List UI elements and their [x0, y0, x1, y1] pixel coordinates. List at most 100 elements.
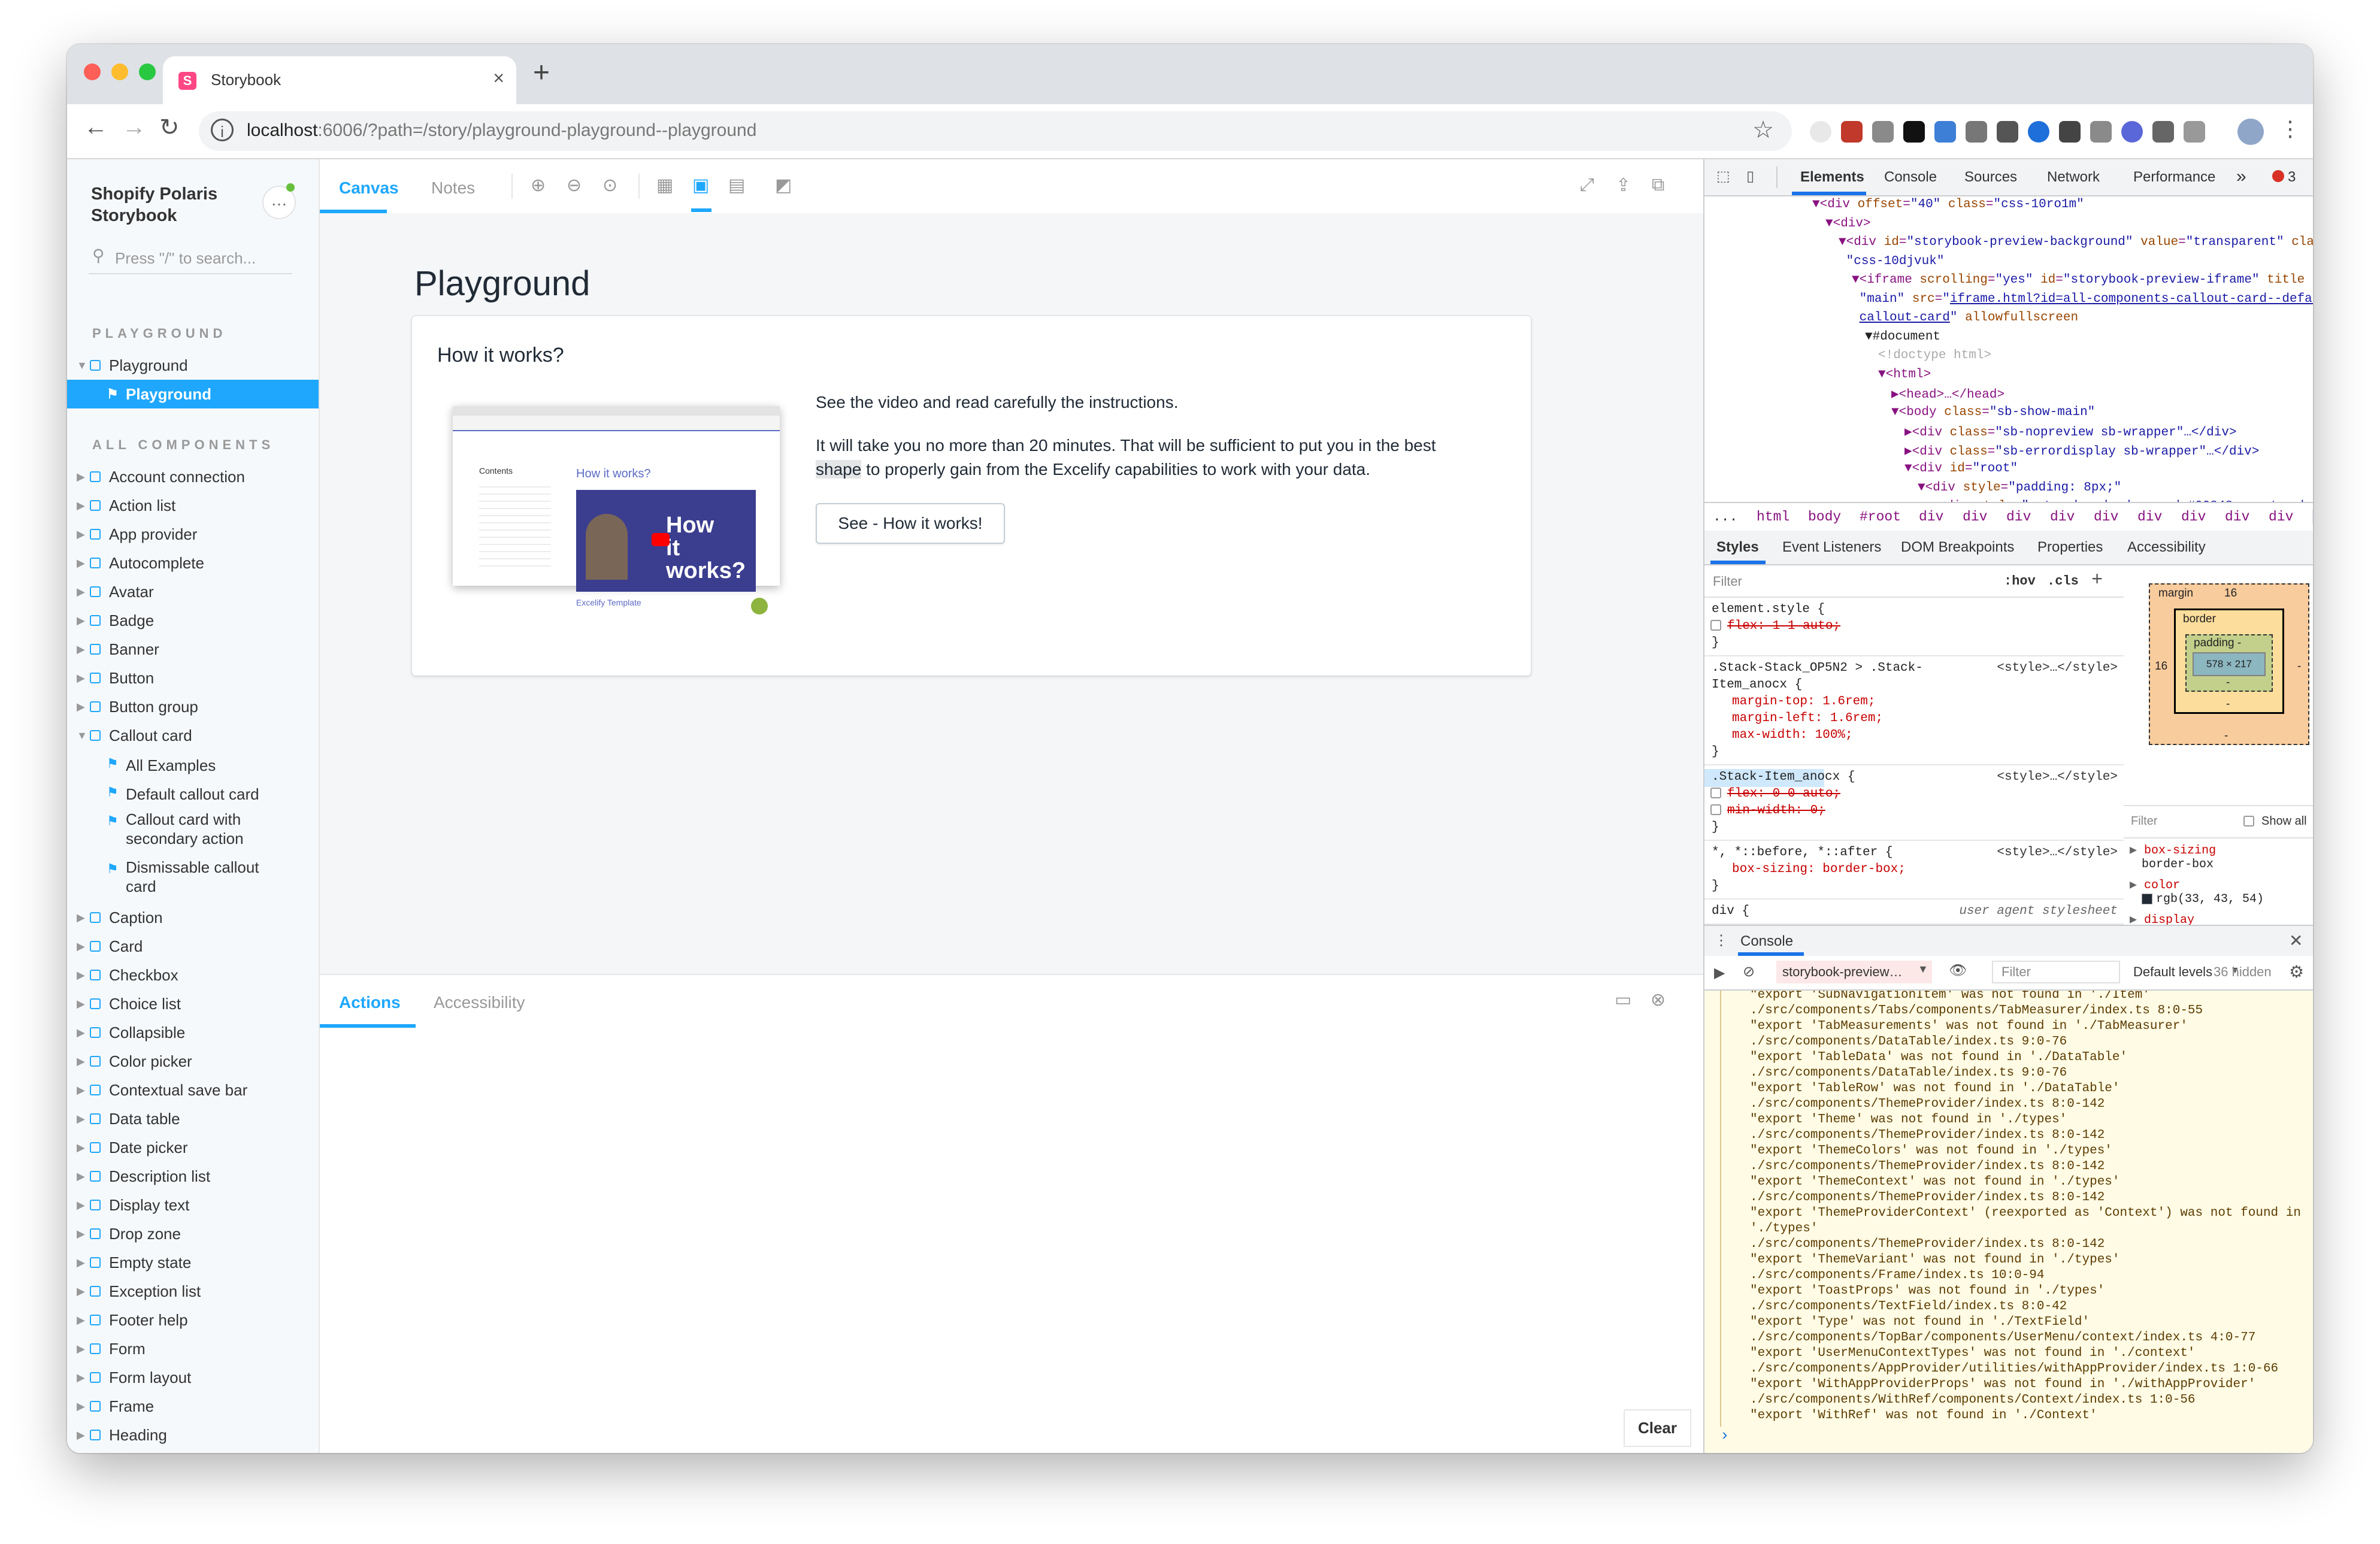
back-arrow-icon[interactable]: ←	[84, 114, 108, 141]
css-source-link[interactable]: <style>…</style>	[1997, 661, 2118, 675]
storybook-brand[interactable]: Shopify Polaris Storybook	[91, 183, 217, 226]
drawer-menu-icon[interactable]: ⋮	[1714, 932, 1728, 949]
css-property[interactable]: min-width: 0;	[1710, 804, 1825, 818]
sidebar-item-component[interactable]: ▶ Drop zone	[67, 1219, 319, 1248]
new-tab-button[interactable]: +	[533, 56, 550, 89]
extension-icon[interactable]	[1841, 121, 1863, 143]
sidebar-item-component[interactable]: ▶ Banner	[67, 635, 319, 664]
dom-node-line[interactable]: ▶<div class="sb-errordisplay sb-wrapper"…	[1904, 443, 2259, 459]
css-selector[interactable]: .Stack-Item_anocx {	[1712, 770, 1855, 784]
grid-icon[interactable]: ▦	[656, 175, 673, 196]
hov-toggle[interactable]: :hov	[2004, 574, 2036, 589]
dom-node-line[interactable]: ▶<div class="sb-nopreview sb-wrapper"…</…	[1904, 424, 2237, 440]
sidebar-search-input[interactable]: ⚲ Press "/" to search...	[89, 243, 292, 274]
sidebar-item-component[interactable]: ▶ Badge	[67, 606, 319, 635]
sidebar-item-component[interactable]: ▶ Choice list	[67, 989, 319, 1018]
breadcrumb-item[interactable]: div	[2269, 509, 2293, 525]
sidebar-item-component[interactable]: ▶ App provider	[67, 520, 319, 549]
extension-icon[interactable]	[1903, 121, 1925, 143]
css-source-link[interactable]: <style>…</style>	[1997, 770, 2118, 784]
dom-node-line[interactable]: "css-10djvuk"	[1839, 255, 1945, 268]
extension-icon[interactable]	[2121, 121, 2143, 143]
drawer-title[interactable]: Console	[1740, 933, 1793, 950]
dom-node-line[interactable]: ▼<div style="padding: 8px;"	[1918, 481, 2121, 495]
video-thumbnail[interactable]: Contents How it works? How it works? Exce…	[453, 406, 780, 614]
css-property[interactable]: margin-left: 1.6rem;	[1732, 712, 1883, 725]
zoom-reset-icon[interactable]: ⊙	[602, 175, 617, 196]
css-property[interactable]: margin-top: 1.6rem;	[1732, 695, 1875, 709]
css-property[interactable]: max-width: 100%;	[1732, 728, 1853, 742]
browser-menu-icon[interactable]: ⋮	[2279, 116, 2301, 141]
sidebar-item-component[interactable]: ▶ Description list	[67, 1162, 319, 1191]
dom-node-line[interactable]: <!doctype html>	[1878, 349, 1991, 362]
breadcrumb-item[interactable]: div	[1919, 509, 1943, 525]
tab-dom-breakpoints[interactable]: DOM Breakpoints	[1901, 539, 2014, 556]
property-checkbox[interactable]	[1710, 788, 1721, 799]
css-source-link[interactable]: <style>…</style>	[1997, 846, 2118, 859]
sidebar-story[interactable]: ⚑ Callout card with secondary action	[67, 807, 319, 855]
sidebar-story[interactable]: ⚑ Dismissable callout card	[67, 855, 319, 903]
maximize-window-button[interactable]	[139, 63, 156, 80]
json-extension-icon[interactable]	[1997, 121, 2018, 143]
panel-position-icon[interactable]: ▭	[1615, 989, 1631, 1010]
sidebar-item-component[interactable]: ▶ Card	[67, 932, 319, 961]
console-prompt-icon[interactable]: ›	[1720, 1427, 1730, 1445]
tab-sources[interactable]: Sources	[1964, 169, 2017, 186]
copy-link-icon[interactable]: ⧉	[1652, 175, 1664, 195]
tab-network[interactable]: Network	[2047, 169, 2100, 186]
breadcrumb-item[interactable]: html	[1757, 509, 1789, 525]
sidebar-toggle-icon[interactable]: ▶	[1714, 964, 1725, 982]
css-selector[interactable]: Item_anocx {	[1712, 678, 1802, 692]
tab-accessibility[interactable]: Accessibility	[2127, 539, 2206, 556]
dom-node-line[interactable]: callout-card" allowfullscreen	[1852, 311, 2078, 325]
elements-dom-tree[interactable]: ▼<div offset="40" class="css-10ro1m" ▼<di…	[1704, 196, 2313, 502]
sidebar-item-component[interactable]: ▶ Contextual save bar	[67, 1076, 319, 1104]
console-settings-gear-icon[interactable]: ⚙	[2289, 962, 2304, 982]
extensions-puzzle-icon[interactable]	[2184, 121, 2205, 143]
sidebar-item-component[interactable]: ▶ Footer help	[67, 1306, 319, 1334]
tab-performance[interactable]: Performance	[2133, 169, 2215, 186]
clear-button[interactable]: Clear	[1623, 1409, 1691, 1447]
sidebar-item-component[interactable]: ▶ Form	[67, 1334, 319, 1363]
css-source-link[interactable]: user agent stylesheet	[1959, 904, 2118, 918]
tab-notes[interactable]: Notes	[431, 178, 475, 198]
close-panel-icon[interactable]: ⊗	[1651, 989, 1666, 1010]
sidebar-item-component[interactable]: ▶ Form layout	[67, 1363, 319, 1392]
device-toolbar-icon[interactable]: ▯	[1746, 168, 1754, 185]
site-info-icon[interactable]: i	[211, 119, 234, 141]
new-rule-icon[interactable]: +	[2091, 569, 2103, 591]
css-property[interactable]: flex: 1 1 auto;	[1710, 619, 1840, 633]
breadcrumb-item[interactable]: div	[2094, 509, 2118, 525]
sidebar-item-component[interactable]: ▶ Action list	[67, 491, 319, 520]
extension-icon[interactable]	[2152, 121, 2174, 143]
extension-icon[interactable]	[2059, 121, 2081, 143]
sidebar-story[interactable]: ⚑ All Examples	[67, 750, 319, 779]
close-drawer-icon[interactable]: ✕	[2289, 931, 2303, 950]
dom-node-line[interactable]: ▶<head>…</head>	[1891, 386, 2004, 402]
more-tabs-icon[interactable]: »	[2236, 166, 2246, 187]
inspect-element-icon[interactable]: ⬚	[1716, 168, 1730, 185]
breadcrumb-item[interactable]: div.Stack-Item_anocx	[2312, 509, 2313, 525]
property-checkbox[interactable]	[1710, 620, 1721, 631]
see-how-it-works-button[interactable]: See - How it works!	[816, 503, 1005, 544]
computed-property-name[interactable]: ▶ color	[2130, 877, 2180, 892]
tab-accessibility[interactable]: Accessibility	[434, 993, 525, 1012]
css-property[interactable]: flex: 0 0 auto;	[1710, 787, 1840, 801]
browser-tab[interactable]: S Storybook ×	[163, 56, 516, 104]
tab-canvas[interactable]: Canvas	[339, 178, 399, 198]
dom-node-line[interactable]: ▼<div>	[1825, 217, 1871, 231]
sidebar-item-component[interactable]: ▶ Display text	[67, 1191, 319, 1219]
breadcrumb-item[interactable]: div	[2137, 509, 2162, 525]
dom-node-line[interactable]: ▼<iframe scrolling="yes" id="storybook-p…	[1852, 273, 2305, 287]
clear-console-icon[interactable]: ⊘	[1743, 963, 1755, 980]
css-selector[interactable]: div {	[1712, 904, 1749, 918]
css-selector[interactable]: *, *::before, *::after {	[1712, 846, 1893, 859]
sidebar-item-component[interactable]: ▶ Avatar	[67, 577, 319, 606]
sidebar-item-component[interactable]: ▶ Button	[67, 664, 319, 692]
minimize-window-button[interactable]	[111, 63, 128, 80]
css-property[interactable]: box-sizing: border-box;	[1732, 862, 1906, 876]
breadcrumb-item[interactable]: div	[2006, 509, 2031, 525]
css-selector[interactable]: .Stack-Stack_OP5N2 > .Stack-	[1712, 661, 1923, 675]
sidebar-story[interactable]: ⚑ Default callout card	[67, 779, 319, 807]
sidebar-item-component[interactable]: ▼ Callout card	[67, 721, 319, 750]
